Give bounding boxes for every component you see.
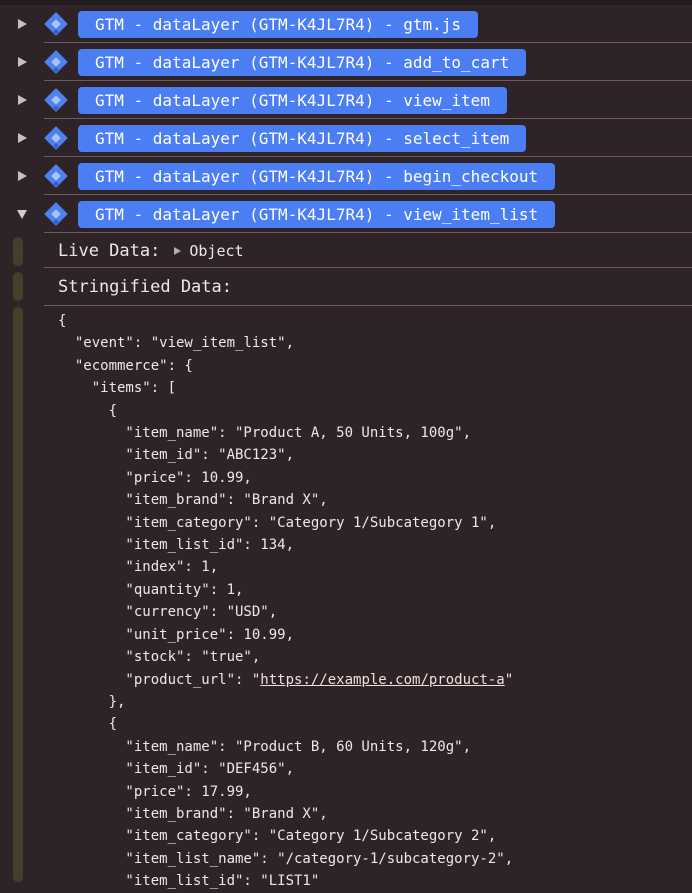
event-row-gtm-js[interactable]: GTM - dataLayer (GTM-K4JL7R4) - gtm.js [0,5,692,43]
json-line: "item_brand": "Brand X", [58,492,328,509]
expand-arrow[interactable] [0,171,44,181]
gtm-diamond-icon [44,202,68,226]
json-line: "item_brand": "Brand X", [58,805,328,822]
event-badge[interactable]: GTM - dataLayer (GTM-K4JL7R4) - view_ite… [78,200,556,228]
json-line: { [58,313,67,329]
expand-arrow[interactable] [0,57,44,67]
live-data-row: Live Data: Object [0,233,692,268]
json-line: }, [58,693,126,710]
collapse-arrow[interactable] [0,209,44,219]
gtm-diamond-icon [44,88,68,112]
json-line: { [58,716,118,733]
event-row-add-to-cart[interactable]: GTM - dataLayer (GTM-K4JL7R4) - add_to_c… [0,43,692,81]
json-output: { "event": "view_item_list", "ecommerce"… [0,306,692,893]
gtm-diamond-icon [44,12,68,36]
gtm-diamond-icon [44,50,68,74]
json-line: "item_list_id": 134, [58,537,295,554]
object-label: Object [189,241,244,260]
json-line: "item_category": "Category 1/Subcategory… [58,514,497,531]
json-line: "item_name": "Product B, 60 Units, 120g"… [58,738,472,755]
expand-arrow[interactable] [0,19,44,29]
chevron-right-icon [174,246,182,255]
event-badge[interactable]: GTM - dataLayer (GTM-K4JL7R4) - add_to_c… [78,48,527,76]
json-line: "item_list_id": "LIST1" [58,873,320,890]
gutter-marker [13,272,23,301]
json-line: "index": 1, [58,559,219,576]
json-line: "item_name": "Product A, 50 Units, 100g"… [58,425,472,442]
json-line: "item_category": "Category 1/Subcategory… [58,828,497,845]
detail-separator [44,305,692,306]
json-line: "item_id": "DEF456", [58,761,295,778]
event-details: Live Data: Object Stringified Data: { "e… [0,233,692,893]
json-line: "item_id": "ABC123", [58,447,295,464]
event-row-view-item[interactable]: GTM - dataLayer (GTM-K4JL7R4) - view_ite… [0,81,692,119]
json-line-product-url: "product_url": "https://example.com/prod… [58,669,692,691]
product-url-link[interactable]: https://example.com/product-a [260,672,504,688]
gutter-marker [13,237,23,266]
expand-arrow[interactable] [0,95,44,105]
json-line: "stock": "true", [58,649,261,666]
live-data-label: Live Data: [58,240,161,261]
json-text: "product_url": " [58,671,261,688]
chevron-right-icon [17,57,27,67]
event-badge[interactable]: GTM - dataLayer (GTM-K4JL7R4) - select_i… [78,124,527,152]
json-line: "quantity": 1, [58,581,244,598]
chevron-right-icon [17,95,27,105]
event-list: GTM - dataLayer (GTM-K4JL7R4) - gtm.js G… [0,5,692,233]
json-line: "item_list_name": "/category-1/subcatego… [58,850,514,867]
json-line: "items": [ [58,380,177,397]
chevron-right-icon [17,171,27,181]
json-line: "unit_price": 10.99, [58,626,295,643]
object-expander[interactable]: Object [174,241,244,260]
json-line: "ecommerce": { [58,357,193,374]
chevron-right-icon [17,19,27,29]
json-line: "price": 10.99, [58,469,252,486]
stringified-data-row: Stringified Data: [0,268,692,306]
gutter-marker [13,307,23,882]
event-badge[interactable]: GTM - dataLayer (GTM-K4JL7R4) - begin_ch… [78,162,556,190]
json-line: "currency": "USD", [58,604,278,621]
json-text: " [504,671,514,688]
event-row-view-item-list[interactable]: GTM - dataLayer (GTM-K4JL7R4) - view_ite… [0,195,692,233]
gtm-diamond-icon [44,126,68,150]
stringified-data-label: Stringified Data: [58,277,232,297]
event-row-select-item[interactable]: GTM - dataLayer (GTM-K4JL7R4) - select_i… [0,119,692,157]
chevron-down-icon [17,209,27,219]
event-row-begin-checkout[interactable]: GTM - dataLayer (GTM-K4JL7R4) - begin_ch… [0,157,692,195]
chevron-right-icon [17,133,27,143]
event-badge[interactable]: GTM - dataLayer (GTM-K4JL7R4) - view_ite… [78,86,507,114]
event-badge[interactable]: GTM - dataLayer (GTM-K4JL7R4) - gtm.js [78,10,479,38]
json-line: "price": 17.99, [58,783,252,800]
gtm-diamond-icon [44,164,68,188]
expand-arrow[interactable] [0,133,44,143]
json-line: "event": "view_item_list", [58,335,295,352]
json-line: { [58,402,118,419]
